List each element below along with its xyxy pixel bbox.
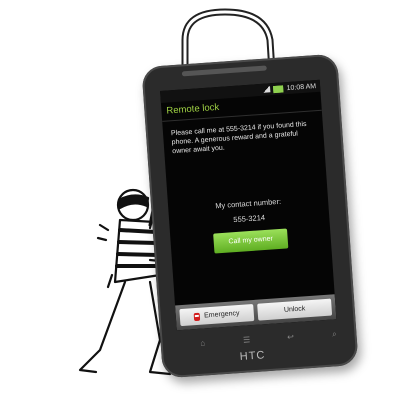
back-icon[interactable]: ↩ bbox=[283, 332, 298, 343]
emergency-icon bbox=[193, 312, 201, 321]
emergency-label: Emergency bbox=[203, 309, 240, 320]
search-icon[interactable]: ⌕ bbox=[327, 329, 342, 340]
battery-icon bbox=[273, 84, 284, 93]
menu-icon[interactable]: ☰ bbox=[239, 335, 254, 346]
phone: 10:08 AM Remote lock Please call me at 5… bbox=[141, 53, 359, 379]
status-time: 10:08 AM bbox=[286, 82, 317, 92]
home-icon[interactable]: ⌂ bbox=[195, 338, 210, 349]
scene: 10:08 AM Remote lock Please call me at 5… bbox=[0, 0, 400, 410]
unlock-button[interactable]: Unlock bbox=[257, 298, 333, 321]
hardware-buttons: ⌂ ☰ ↩ ⌕ bbox=[195, 329, 341, 349]
lock-action-bar: Emergency Unlock bbox=[175, 294, 337, 331]
brand-logo: HTC bbox=[239, 349, 266, 364]
emergency-button[interactable]: Emergency bbox=[179, 303, 255, 327]
signal-icon bbox=[262, 86, 271, 93]
phone-screen: 10:08 AM Remote lock Please call me at 5… bbox=[160, 79, 337, 331]
speaker-grille bbox=[181, 65, 267, 77]
call-owner-button[interactable]: Call my owner bbox=[213, 228, 289, 254]
unlock-label: Unlock bbox=[283, 305, 306, 314]
